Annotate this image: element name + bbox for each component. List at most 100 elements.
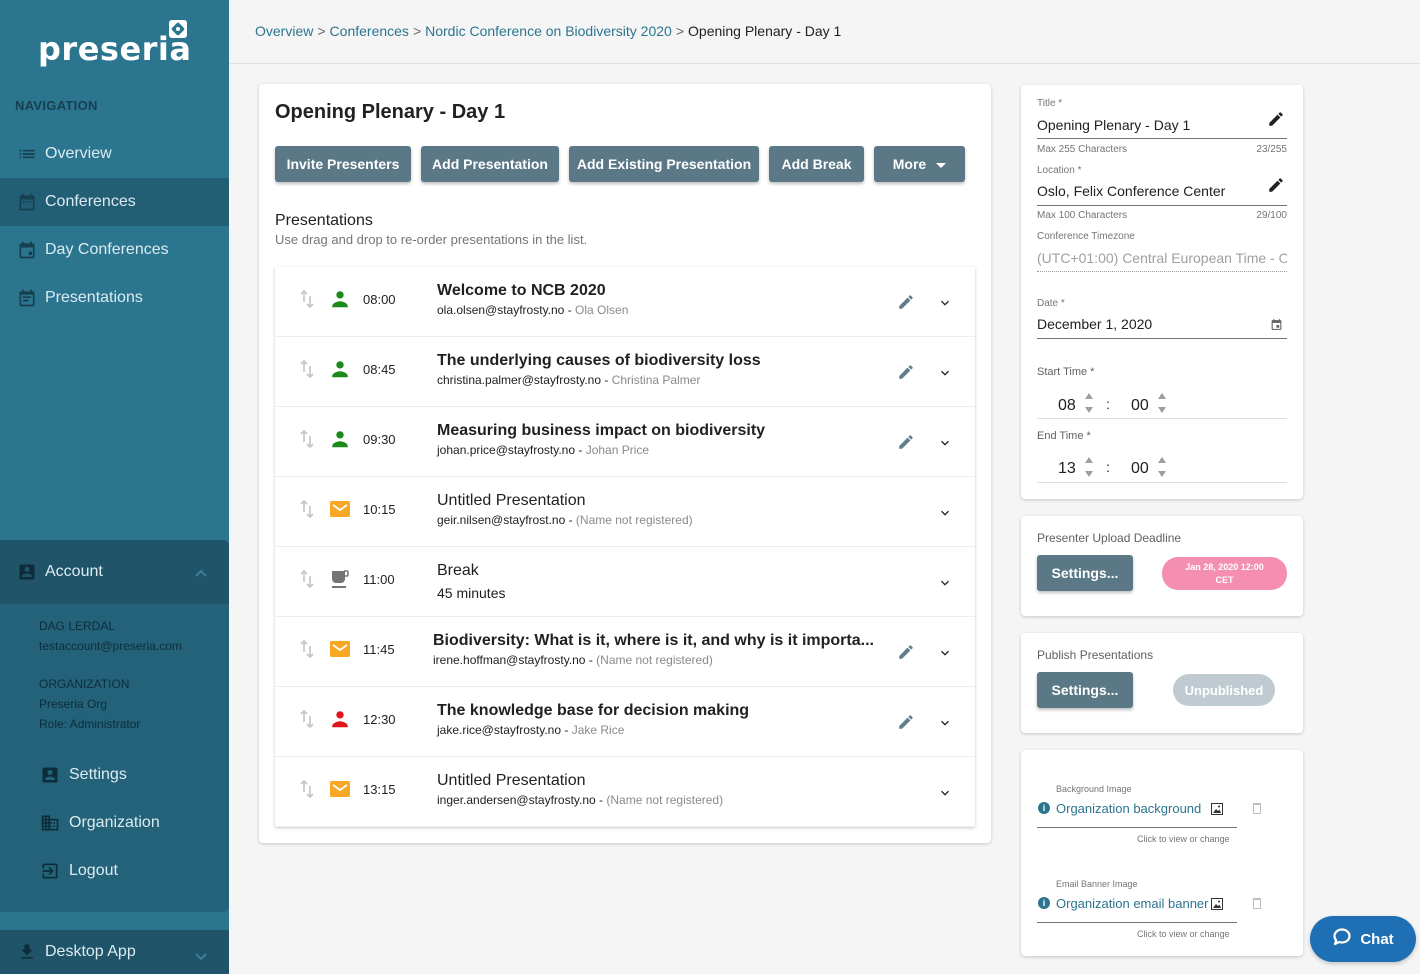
end-time-separator: : — [1106, 459, 1110, 475]
edit-pencil-icon[interactable] — [897, 363, 915, 381]
drag-handle-icon[interactable] — [299, 779, 315, 799]
presentation-row[interactable]: 11:00 Break 45 minutes — [275, 547, 975, 617]
presenter-name: Ola Olsen — [575, 303, 629, 317]
edit-pencil-icon[interactable] — [897, 713, 915, 731]
presentation-time: 13:15 — [363, 782, 396, 797]
person-icon — [329, 358, 351, 380]
expand-chevron-down-icon[interactable] — [937, 505, 953, 521]
add-presentation-button[interactable]: Add Presentation — [421, 146, 559, 182]
expand-chevron-down-icon[interactable] — [937, 435, 953, 451]
expand-chevron-down-icon[interactable] — [937, 785, 953, 801]
drag-handle-icon[interactable] — [299, 429, 315, 449]
start-time-underline — [1037, 418, 1287, 419]
presentation-title[interactable]: Untitled Presentation — [437, 772, 586, 790]
drag-handle-icon[interactable] — [299, 289, 315, 309]
sidebar-item-label: Day Conferences — [45, 241, 169, 258]
drag-handle-icon[interactable] — [299, 359, 315, 379]
breadcrumb-conference[interactable]: Nordic Conference on Biodiversity 2020 — [425, 23, 672, 39]
presentation-row[interactable]: 11:45 Biodiversity: What is it, where is… — [275, 617, 975, 687]
location-field[interactable]: Oslo, Felix Conference Center — [1037, 183, 1225, 199]
presentation-time: 08:45 — [363, 362, 396, 377]
publish-settings-button[interactable]: Settings... — [1037, 672, 1133, 708]
banner-hint: Click to view or change — [1137, 929, 1230, 939]
presentation-row[interactable]: 10:15 Untitled Presentation geir.nilsen@… — [275, 477, 975, 547]
add-existing-presentation-button[interactable]: Add Existing Presentation — [569, 146, 759, 182]
edit-title-pencil-icon[interactable] — [1267, 110, 1285, 128]
sidebar-item-conferences[interactable]: Conferences — [0, 178, 229, 226]
account-box-icon — [17, 562, 37, 582]
presentation-title[interactable]: Welcome to NCB 2020 — [437, 282, 606, 300]
info-icon[interactable]: i — [1038, 802, 1050, 814]
chat-button[interactable]: Chat — [1310, 916, 1416, 962]
organization-link[interactable]: Organization — [40, 803, 160, 843]
date-field[interactable]: December 1, 2020 — [1037, 316, 1152, 332]
delete-banner-trash-icon[interactable] — [1253, 898, 1261, 909]
start-hour[interactable]: 08 — [1058, 397, 1076, 415]
delete-background-trash-icon[interactable] — [1253, 803, 1261, 814]
expand-chevron-down-icon[interactable] — [937, 645, 953, 661]
sidebar-item-presentations[interactable]: Presentations — [0, 274, 229, 322]
end-time-underline — [1037, 482, 1287, 483]
edit-location-pencil-icon[interactable] — [1267, 176, 1285, 194]
list-icon — [17, 144, 37, 164]
envelope-icon — [329, 778, 351, 800]
presentation-title[interactable]: Measuring business impact on biodiversit… — [437, 422, 765, 440]
breadcrumb-overview[interactable]: Overview — [255, 23, 313, 39]
drag-handle-icon[interactable] — [299, 709, 315, 729]
chevron-down-icon — [195, 948, 207, 966]
start-hour-spinner-icon[interactable] — [1084, 390, 1094, 416]
end-hour[interactable]: 13 — [1058, 460, 1076, 478]
presentation-row[interactable]: 09:30 Measuring business impact on biodi… — [275, 407, 975, 477]
edit-pencil-icon[interactable] — [897, 433, 915, 451]
drag-handle-icon[interactable] — [299, 639, 315, 659]
presentations-hint: Use drag and drop to re-order presentati… — [275, 232, 588, 247]
edit-pencil-icon[interactable] — [897, 643, 915, 661]
upload-deadline-settings-button[interactable]: Settings... — [1037, 555, 1133, 591]
expand-chevron-down-icon[interactable] — [937, 715, 953, 731]
end-hour-spinner-icon[interactable] — [1084, 454, 1094, 480]
background-image-link[interactable]: Organization background — [1056, 801, 1201, 816]
logout-link[interactable]: Logout — [40, 851, 118, 891]
edit-pencil-icon[interactable] — [897, 293, 915, 311]
presentation-title[interactable]: Untitled Presentation — [437, 492, 586, 510]
presentation-row[interactable]: 08:45 The underlying causes of biodivers… — [275, 337, 975, 407]
presenter-name: Johan Price — [585, 443, 650, 457]
sidebar-item-overview[interactable]: Overview — [0, 130, 229, 178]
break-duration: 45 minutes — [437, 585, 506, 601]
page-title: Opening Plenary - Day 1 — [275, 101, 506, 123]
drag-handle-icon[interactable] — [299, 499, 315, 519]
info-icon[interactable]: i — [1038, 897, 1050, 909]
expand-chevron-down-icon[interactable] — [937, 575, 953, 591]
title-field[interactable]: Opening Plenary - Day 1 — [1037, 117, 1190, 133]
image-icon[interactable] — [1211, 897, 1223, 915]
expand-chevron-down-icon[interactable] — [937, 365, 953, 381]
presentation-row[interactable]: 08:00 Welcome to NCB 2020 ola.olsen@stay… — [275, 267, 975, 337]
add-break-button[interactable]: Add Break — [769, 146, 864, 182]
start-minute-spinner-icon[interactable] — [1157, 390, 1167, 416]
publish-card: Publish Presentations Settings... Unpubl… — [1021, 633, 1303, 733]
start-minute[interactable]: 00 — [1131, 397, 1149, 415]
end-minute-spinner-icon[interactable] — [1157, 454, 1167, 480]
image-icon[interactable] — [1211, 802, 1223, 820]
presentation-title[interactable]: The underlying causes of biodiversity lo… — [437, 352, 761, 370]
building-icon — [40, 813, 60, 833]
account-settings-link[interactable]: Settings — [40, 755, 127, 795]
presentation-row[interactable]: 12:30 The knowledge base for decision ma… — [275, 687, 975, 757]
breadcrumb-conferences[interactable]: Conferences — [330, 23, 409, 39]
sidebar-item-day-conferences[interactable]: Day Conferences — [0, 226, 229, 274]
account-toggle[interactable]: Account — [0, 540, 229, 604]
presentation-row[interactable]: 13:15 Untitled Presentation inger.anders… — [275, 757, 975, 827]
preseria-logo[interactable]: preseria — [38, 18, 198, 68]
calendar-picker-icon[interactable] — [1270, 318, 1283, 336]
expand-chevron-down-icon[interactable] — [937, 295, 953, 311]
presentation-title[interactable]: Break — [437, 562, 479, 580]
more-button[interactable]: More — [874, 146, 965, 182]
publish-status-badge: Unpublished — [1173, 674, 1275, 706]
invite-presenters-button[interactable]: Invite Presenters — [275, 146, 411, 182]
presentation-title[interactable]: The knowledge base for decision making — [437, 702, 749, 720]
drag-handle-icon[interactable] — [299, 569, 315, 589]
email-banner-link[interactable]: Organization email banner — [1056, 896, 1208, 911]
end-minute[interactable]: 00 — [1131, 460, 1149, 478]
desktop-app-toggle[interactable]: Desktop App — [0, 930, 229, 974]
presentation-title[interactable]: Biodiversity: What is it, where is it, a… — [433, 632, 874, 650]
